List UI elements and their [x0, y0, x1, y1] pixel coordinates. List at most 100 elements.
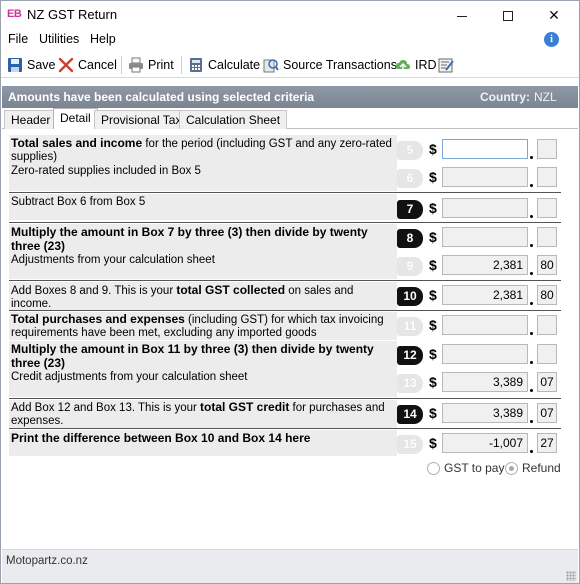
- box-10-amount-input[interactable]: 2,381: [442, 285, 528, 305]
- info-icon[interactable]: i: [544, 32, 559, 47]
- notes-edit-icon: [438, 57, 454, 73]
- box-8-label: 8: [397, 229, 423, 248]
- box-6-cents-input[interactable]: [537, 167, 557, 187]
- ird-button[interactable]: IRD: [395, 55, 437, 75]
- tab-calculation-sheet[interactable]: Calculation Sheet: [179, 110, 288, 129]
- box-5-cents-input[interactable]: [537, 139, 557, 159]
- box15-section: Print the difference between Box 10 and …: [9, 430, 397, 456]
- refund-option[interactable]: Refund: [505, 461, 561, 475]
- decimal-point: [530, 184, 533, 187]
- box-7-cents-input[interactable]: [537, 198, 557, 218]
- maximize-button[interactable]: [485, 1, 531, 29]
- box-9-amount-input[interactable]: 2,381: [442, 255, 528, 275]
- box-14-amount-input[interactable]: 3,389: [442, 403, 528, 423]
- section-divider: [9, 310, 561, 311]
- box-12-cents-input[interactable]: [537, 344, 557, 364]
- calculator-icon: [188, 57, 204, 73]
- country-value: NZL: [534, 90, 557, 104]
- resize-grip-icon[interactable]: [566, 571, 576, 581]
- box-11-amount-input[interactable]: [442, 315, 528, 335]
- tab-detail[interactable]: Detail: [53, 108, 98, 129]
- window-title: NZ GST Return: [27, 7, 118, 22]
- calculate-label: Calculate: [208, 58, 261, 72]
- box-13-amount-input[interactable]: 3,389: [442, 372, 528, 392]
- currency-symbol: $: [429, 200, 437, 216]
- menu-bar: File Utilities Help i: [1, 29, 579, 51]
- menu-utilities[interactable]: Utilities: [39, 32, 79, 46]
- toolbar-separator: [121, 56, 122, 74]
- notes-button[interactable]: [438, 55, 458, 75]
- minimize-button[interactable]: [439, 1, 485, 29]
- box-14-label: 14: [397, 405, 423, 424]
- box-6-label: 6: [397, 169, 423, 188]
- box-11-cents-input[interactable]: [537, 315, 557, 335]
- app-logo-icon: EB: [7, 8, 22, 20]
- box10-description: Add Boxes 8 and 9. This is your total GS…: [11, 283, 354, 310]
- decimal-point: [530, 156, 533, 159]
- box8-description: Multiply the amount in Box 7 by three (3…: [11, 225, 368, 253]
- toolbar: Save Cancel Print Calculate Source Trans…: [1, 52, 579, 78]
- calculate-button[interactable]: Calculate: [188, 55, 260, 75]
- box-14-cents-input[interactable]: 07: [537, 403, 557, 423]
- print-button[interactable]: Print: [128, 55, 174, 75]
- box-15-cents-input[interactable]: 27: [537, 433, 557, 453]
- source-transactions-button[interactable]: Source Transactions: [263, 55, 397, 75]
- box-10-cents-input[interactable]: 80: [537, 285, 557, 305]
- box-10-label: 10: [397, 287, 423, 306]
- box-7-amount-input[interactable]: [442, 198, 528, 218]
- menu-file[interactable]: File: [8, 32, 28, 46]
- currency-symbol: $: [429, 435, 437, 451]
- box-5-amount-input[interactable]: [442, 139, 528, 159]
- source-transactions-icon: [263, 57, 279, 73]
- box15-description: Print the difference between Box 10 and …: [11, 431, 311, 445]
- calculation-status-banner: Amounts have been calculated using selec…: [2, 86, 578, 108]
- box14-description: Add Box 12 and Box 13. This is your tota…: [11, 400, 385, 427]
- country-label: Country:: [480, 90, 530, 104]
- print-label: Print: [148, 58, 174, 72]
- title-bar: EB NZ GST Return ✕: [1, 1, 579, 29]
- status-company: Motopartz.co.nz: [6, 555, 88, 567]
- tab-strip: Header Detail Provisional Tax Calculatio…: [2, 108, 578, 129]
- box5-box6-section: Total sales and income for the period (i…: [9, 135, 397, 191]
- tab-header[interactable]: Header: [4, 110, 58, 129]
- box-6-amount-input[interactable]: [442, 167, 528, 187]
- box-9-label: 9: [397, 257, 423, 276]
- currency-symbol: $: [429, 405, 437, 421]
- section-divider: [9, 280, 561, 281]
- gst-to-pay-option[interactable]: GST to pay: [427, 461, 504, 475]
- box-9-cents-input[interactable]: 80: [537, 255, 557, 275]
- box-15-amount-input[interactable]: -1,007: [442, 433, 528, 453]
- box-8-amount-input[interactable]: [442, 227, 528, 247]
- box-13-cents-input[interactable]: 07: [537, 372, 557, 392]
- box7-description: Subtract Box 6 from Box 5: [11, 196, 146, 208]
- box13-description: Credit adjustments from your calculation…: [11, 371, 248, 383]
- decimal-point: [530, 361, 533, 364]
- close-button[interactable]: ✕: [531, 1, 577, 29]
- source-transactions-label: Source Transactions: [283, 58, 397, 72]
- gst-to-pay-radio[interactable]: [427, 461, 440, 475]
- tab-provisional-tax[interactable]: Provisional Tax: [94, 110, 189, 129]
- box-8-cents-input[interactable]: [537, 227, 557, 247]
- currency-symbol: $: [429, 169, 437, 185]
- box-12-amount-input[interactable]: [442, 344, 528, 364]
- box-5-label: 5: [397, 141, 423, 160]
- box12-box13-section: Multiply the amount in Box 11 by three (…: [9, 341, 397, 397]
- cancel-button[interactable]: Cancel: [58, 55, 117, 75]
- ird-label: IRD: [415, 58, 437, 72]
- menu-help[interactable]: Help: [90, 32, 116, 46]
- currency-symbol: $: [429, 141, 437, 157]
- section-divider: [9, 428, 561, 429]
- currency-symbol: $: [429, 229, 437, 245]
- ird-upload-icon: [395, 57, 411, 73]
- box10-section: Add Boxes 8 and 9. This is your total GS…: [9, 282, 397, 310]
- box12-description: Multiply the amount in Box 11 by three (…: [11, 342, 374, 370]
- refund-radio[interactable]: [505, 461, 518, 475]
- decimal-point: [530, 244, 533, 247]
- gst-to-pay-label: GST to pay: [444, 461, 505, 475]
- section-divider: [9, 192, 561, 193]
- box6-description: Zero-rated supplies included in Box 5: [11, 165, 201, 177]
- decimal-point: [530, 215, 533, 218]
- box8-box9-section: Multiply the amount in Box 7 by three (3…: [9, 224, 397, 279]
- save-button[interactable]: Save: [7, 55, 56, 75]
- box11-description: Total purchases and expenses (including …: [11, 312, 384, 339]
